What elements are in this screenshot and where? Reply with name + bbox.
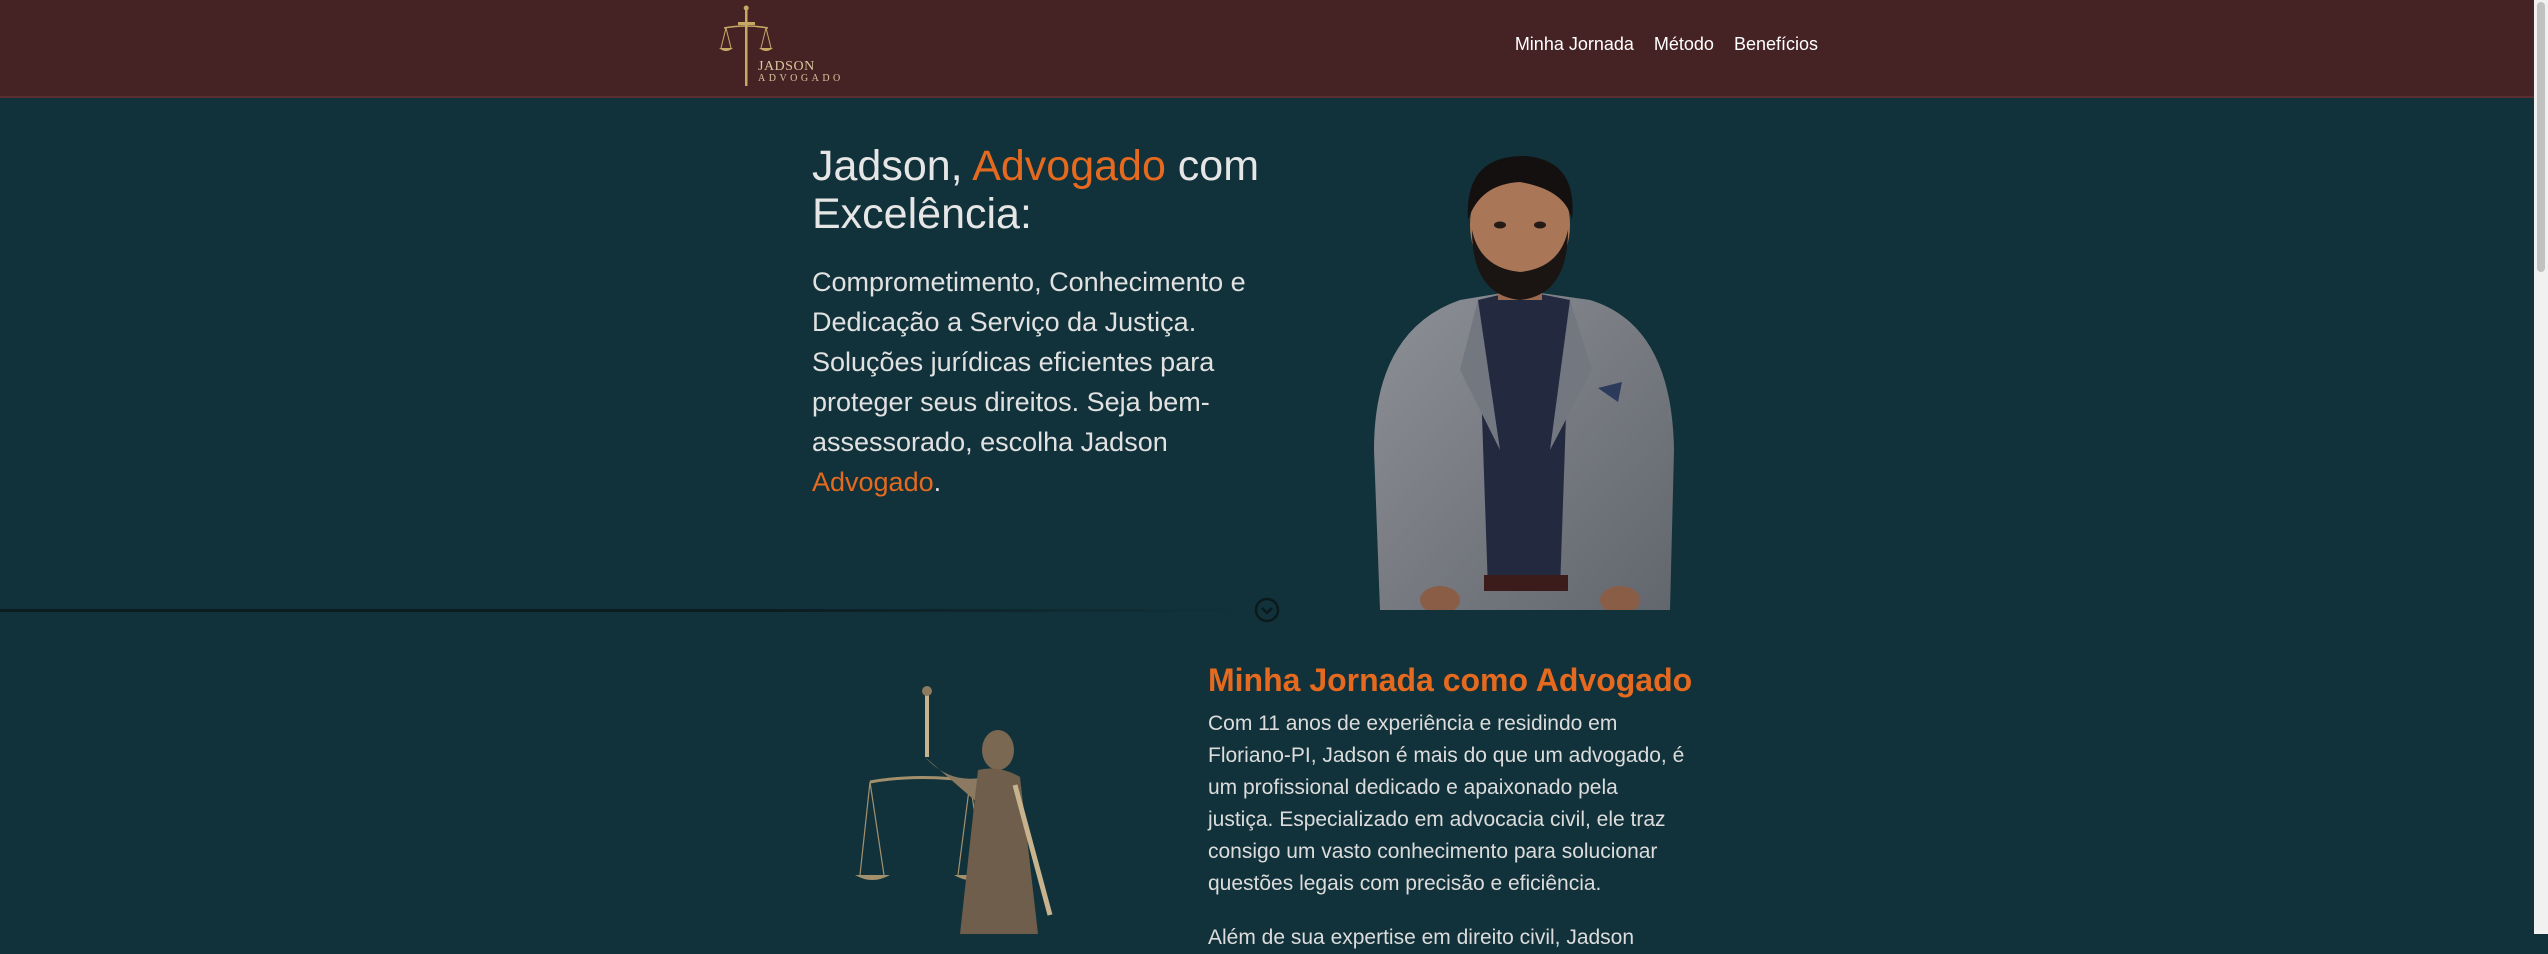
hero-description: Comprometimento, Conhecimento e Dedicaçã… bbox=[812, 262, 1282, 502]
section-divider bbox=[0, 609, 1250, 612]
lady-justice-statue-image bbox=[855, 686, 1053, 934]
journey-paragraph-1: Com 11 anos de experiência e residindo e… bbox=[1208, 712, 1685, 895]
main-nav: Minha Jornada Método Benefícios bbox=[1515, 34, 1818, 55]
scrollbar-thumb[interactable] bbox=[2537, 2, 2545, 272]
top-navbar: JADSON ADVOGADO Minha Jornada Método Ben… bbox=[0, 0, 2548, 98]
hero-title: Jadson, Advogado com Excelência: bbox=[812, 142, 1332, 238]
hero-title-part1: Jadson, bbox=[812, 142, 973, 190]
lawyer-portrait-image bbox=[1374, 155, 1674, 610]
hero-description-main: Comprometimento, Conhecimento e Dedicaçã… bbox=[812, 267, 1246, 457]
journey-title: Minha Jornada como Advogado bbox=[1208, 662, 1693, 698]
chevron-down-circle-icon[interactable] bbox=[1254, 597, 1280, 623]
hero-description-accent: Advogado bbox=[812, 467, 934, 497]
nav-link-minha-jornada[interactable]: Minha Jornada bbox=[1515, 34, 1634, 55]
page-scrollbar[interactable] bbox=[2534, 0, 2548, 934]
hero-description-end: . bbox=[933, 467, 942, 497]
logo-subtitle: ADVOGADO bbox=[758, 73, 844, 84]
journey-paragraph-2: Além de sua expertise em direito civil, … bbox=[1208, 926, 1635, 949]
nav-link-beneficios[interactable]: Benefícios bbox=[1734, 34, 1818, 55]
hero-title-accent: Advogado bbox=[972, 142, 1166, 190]
nav-link-metodo[interactable]: Método bbox=[1654, 34, 1714, 55]
